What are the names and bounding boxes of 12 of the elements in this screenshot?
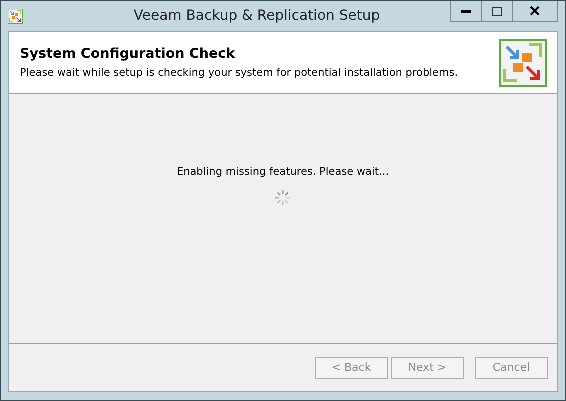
app-logo-icon [499,38,547,86]
window-title: Veeam Backup & Replication Setup [132,8,382,24]
page-title: System Configuration Check [20,46,236,62]
minimize-button[interactable] [450,1,482,22]
loading-spinner-icon [274,189,292,207]
status-message: Enabling missing features. Please wait... [176,166,390,178]
page-subtitle: Please wait while setup is checking your system for potential installation problems. [20,67,460,79]
close-icon [530,6,540,16]
app-logo-icon [8,8,23,24]
maximize-icon [492,6,502,16]
close-button[interactable] [512,1,558,22]
minimize-icon [461,10,471,12]
